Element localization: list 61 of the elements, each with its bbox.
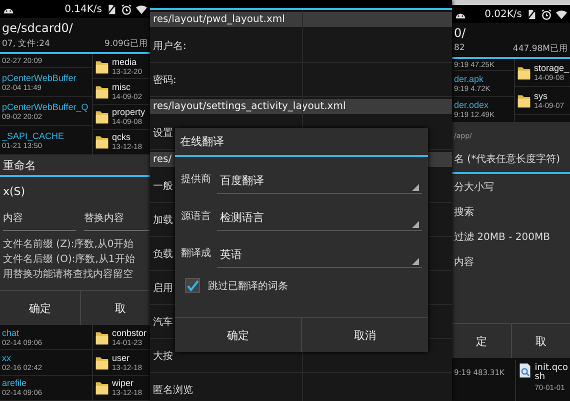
- file-path-header: res/layout/pwd_layout.xml: [150, 12, 452, 27]
- alarm-clock-icon: [541, 8, 552, 20]
- option-label: 分大小写: [453, 180, 495, 195]
- option-label: 内容: [453, 256, 475, 270]
- hint-text: 文件名前缀 (Z):序数,从0开始: [3, 238, 135, 251]
- dropdown[interactable]: 百度翻译: [217, 168, 422, 194]
- dialog-button[interactable]: 取: [80, 291, 150, 325]
- file-search-icon: [518, 362, 532, 379]
- option-label: 源语言: [181, 210, 211, 224]
- file-path-header: res/layout/settings_activity_layout.xml: [150, 99, 452, 114]
- dialog-button[interactable]: 确定: [0, 291, 80, 325]
- file-name: xx: [2, 352, 12, 363]
- folder-name: wiper: [112, 378, 135, 388]
- storage-used: 447.98M已用: [512, 42, 568, 54]
- folder-name: property: [112, 107, 146, 118]
- folder-name: sys: [534, 91, 548, 101]
- folder-name: qcks: [112, 132, 132, 142]
- file-name: pCenterWebBuffer: [2, 72, 78, 83]
- network-speed: 0.14K/s: [64, 4, 102, 14]
- file-name: der.odex: [454, 100, 490, 110]
- hint-text: 用替换功能请将查找内容留空: [3, 268, 134, 281]
- dropdown[interactable]: 英语: [217, 242, 422, 268]
- file-name: arefile: [2, 378, 28, 388]
- option-label: 搜索: [453, 206, 475, 220]
- wifi-icon: [556, 8, 567, 20]
- option-label: 提供商: [181, 172, 211, 187]
- dropdown-corner-icon: [412, 221, 419, 228]
- file-name: _SAPI_CACHE: [2, 130, 66, 141]
- string-label: 用户名:: [150, 29, 452, 63]
- hint-text: 文件名后缀 (O):序数,从1开始: [3, 252, 136, 266]
- wifi-icon: [136, 4, 147, 14]
- path-text: 0/: [454, 26, 467, 40]
- dialog-title: 在线翻译: [175, 128, 428, 157]
- no-sim-icon: [106, 4, 117, 14]
- no-sim-icon: [526, 8, 537, 20]
- dropdown-corner-icon: [412, 258, 419, 265]
- folder-summary: 82: [454, 42, 465, 54]
- folder-name: user: [112, 352, 131, 363]
- option-label: 过滤 20MB - 200MB: [453, 230, 551, 245]
- folder-summary: 07, 文件:24: [2, 38, 50, 50]
- option-label: 翻译成: [181, 246, 211, 261]
- storage-used: 9.09G已用: [104, 38, 148, 50]
- string-label: 匿名浏览: [150, 373, 452, 401]
- checkbox-label: 跳过已翻译的词条: [208, 280, 288, 292]
- dropdown[interactable]: 检测语言: [217, 205, 422, 231]
- folder-name: storage_: [534, 63, 570, 73]
- find-field[interactable]: 内容: [3, 205, 76, 231]
- dialog-button[interactable]: 确定: [175, 318, 302, 352]
- file-name: der.apk: [454, 74, 485, 84]
- folder-name: misc: [112, 82, 132, 92]
- folder-name: media: [112, 56, 138, 67]
- file-name: chat: [2, 328, 20, 338]
- dropdown-corner-icon: [412, 184, 419, 191]
- checkbox[interactable]: [185, 278, 200, 293]
- dialog-button[interactable]: 取: [512, 324, 570, 358]
- file-name: pCenterWebBuffer_Q: [2, 102, 90, 112]
- path-text: ge/sdcard0/: [2, 20, 74, 34]
- folder-name: conbstor: [112, 328, 147, 338]
- network-speed: 0.02K/s: [484, 8, 522, 20]
- string-label: 密码:: [150, 63, 452, 97]
- alarm-clock-icon: [121, 4, 132, 14]
